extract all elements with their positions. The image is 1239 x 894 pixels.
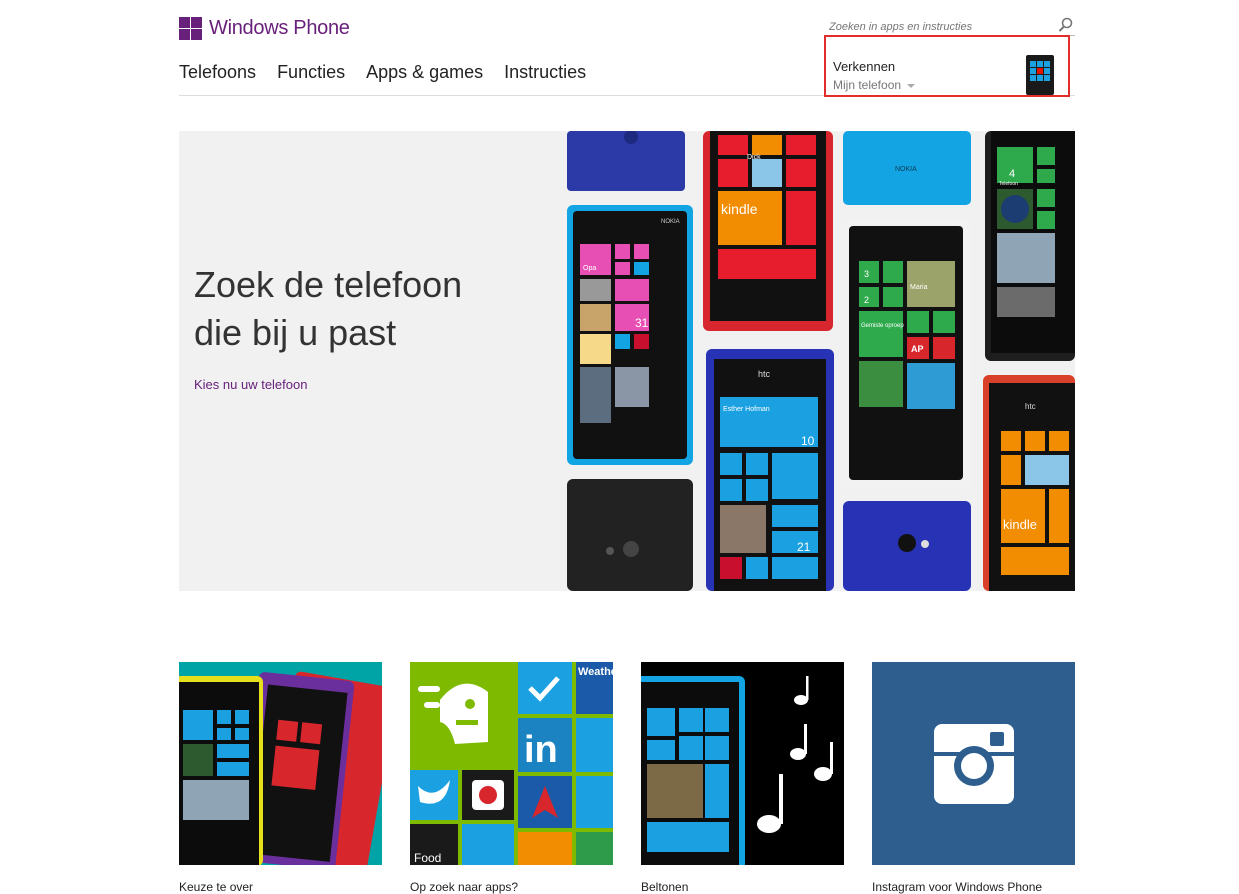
tile-msg-count: 2 <box>864 295 869 305</box>
nav-functies[interactable]: Functies <box>277 62 345 83</box>
hero-title-line2: die bij u past <box>194 312 397 353</box>
hero-title-line1: Zoek de telefoon <box>194 264 463 305</box>
search-box <box>825 17 1075 36</box>
explore-my-phone[interactable]: Verkennen Mijn telefoon <box>824 35 1070 97</box>
tile-caption-beltonen[interactable]: Beltonen <box>641 880 844 894</box>
hero-banner: Zoek de telefoon die bij u past Kies nu … <box>179 131 1075 591</box>
tile-contact-text: Esther Hofman <box>723 406 770 413</box>
weather-channel-label: Weather Channel <box>578 666 613 678</box>
tile-missed-text: Gemiste oproep <box>861 323 904 329</box>
nokia-back-label: NOKIA <box>895 166 917 173</box>
my-phone-label: Mijn telefoon <box>833 78 902 92</box>
instagram-icon <box>934 724 1014 804</box>
tile-count-3: 3 <box>864 269 869 279</box>
chevron-down-icon <box>907 83 916 88</box>
tile-opa-text: Opa <box>583 265 596 272</box>
tile-kindle-text-2: kindle <box>1003 517 1037 532</box>
nav-apps-games[interactable]: Apps & games <box>366 62 483 83</box>
nav-instructies[interactable]: Instructies <box>504 62 586 83</box>
tile-beltonen-music-image <box>641 676 833 865</box>
search-icon[interactable] <box>1058 17 1073 32</box>
htc-label-2: htc <box>1025 402 1036 411</box>
phone-thumbnail <box>1026 55 1054 95</box>
windows-logo-icon <box>179 16 202 40</box>
tile-caption-apps[interactable]: Op zoek naar apps? <box>410 880 613 894</box>
search-input[interactable] <box>825 18 1054 36</box>
tile-kindle-text: kindle <box>721 201 758 217</box>
nav-telefoons[interactable]: Telefoons <box>179 62 256 83</box>
tile-apps-collage-image: Weather Channel in Food <box>410 662 613 865</box>
tile-phone-count: 4 <box>1009 168 1015 180</box>
tile-instagram[interactable] <box>872 662 1075 865</box>
tile-cal-day: 31 <box>635 316 649 330</box>
phone-collage: NOKIA Opa 31 Dick kindle htc Esther Hofm… <box>567 131 1075 591</box>
tile-caption-instagram[interactable]: Instagram voor Windows Phone <box>872 880 1075 894</box>
hero-title: Zoek de telefoon die bij u past <box>194 261 462 357</box>
tile-keuze[interactable] <box>179 662 382 865</box>
my-phone-dropdown[interactable]: Mijn telefoon <box>833 78 916 92</box>
tile-beltonen[interactable] <box>641 662 844 865</box>
nokia-label: NOKIA <box>661 219 680 225</box>
tile-cal-day-2: 21 <box>797 540 811 554</box>
tile-apps[interactable]: Weather Channel in Food <box>410 662 613 865</box>
tile-mail-count: 10 <box>801 434 815 448</box>
food-label: Food <box>414 851 441 865</box>
tile-telefoon-text: Telefoon <box>999 181 1018 187</box>
choose-phone-link[interactable]: Kies nu uw telefoon <box>194 377 307 392</box>
htc-label: htc <box>758 369 771 379</box>
brand-name: Windows Phone <box>209 16 350 39</box>
tile-keuze-phones-image <box>179 671 382 865</box>
tile-maria-text: Maria <box>910 284 928 291</box>
brand-logo[interactable]: Windows Phone <box>179 14 350 42</box>
tile-caption-keuze[interactable]: Keuze te over <box>179 880 382 894</box>
svg-text:in: in <box>524 729 558 771</box>
explore-title: Verkennen <box>833 59 896 74</box>
main-nav: Telefoons Functies Apps & games Instruct… <box>179 62 607 83</box>
black-phone-back <box>567 479 693 591</box>
tile-ap-text: AP <box>911 344 924 354</box>
